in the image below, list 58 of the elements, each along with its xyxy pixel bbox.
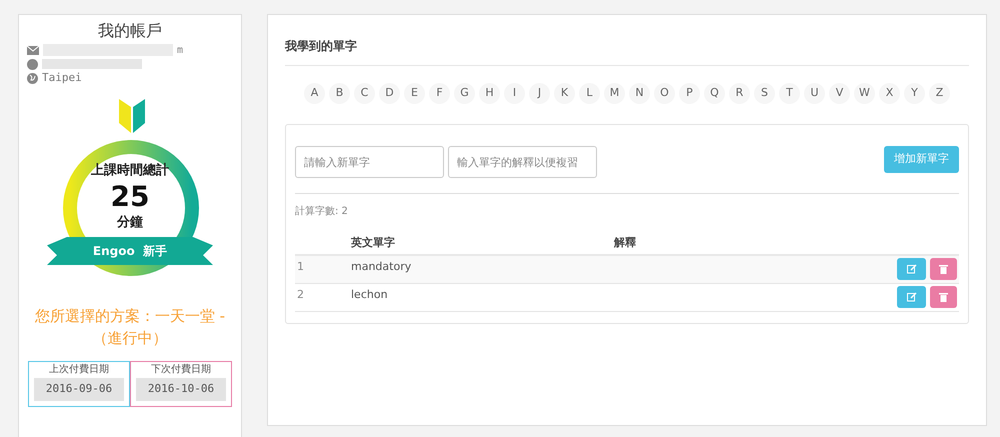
- letter-filter[interactable]: Q: [704, 83, 725, 104]
- letter-filter[interactable]: O: [654, 83, 675, 104]
- word-cell-text: mandatory: [351, 258, 412, 274]
- new-word-field[interactable]: 請輸入新單字: [295, 146, 444, 178]
- letter-filter[interactable]: S: [754, 83, 775, 104]
- edit-button[interactable]: [897, 258, 926, 280]
- letter-filter[interactable]: G: [454, 83, 475, 104]
- edit-icon: [906, 292, 916, 302]
- minutes-unit: 分鐘: [117, 214, 143, 232]
- city-text: Taipei: [42, 70, 82, 86]
- letter-filter[interactable]: T: [779, 83, 800, 104]
- letter-filter[interactable]: Y: [904, 83, 925, 104]
- envelope-icon: [27, 46, 39, 54]
- rank-label: Engoo 新手: [92, 243, 168, 260]
- letter-filter[interactable]: Z: [929, 83, 950, 104]
- row-number: 1: [296, 258, 305, 274]
- letter-filter[interactable]: N: [629, 83, 650, 104]
- letter-filter[interactable]: F: [429, 83, 450, 104]
- payment-date-value: 2016-09-06: [34, 378, 124, 400]
- word-count: 計算字數: 2: [295, 206, 348, 217]
- payment-date-label: 上次付費日期: [49, 362, 109, 377]
- row-number: 2: [296, 286, 305, 302]
- trash-icon: [939, 264, 948, 274]
- delete-button[interactable]: [930, 286, 957, 308]
- column-header: 解釋: [614, 235, 636, 251]
- email-text: m: [177, 44, 184, 58]
- letter-filter[interactable]: V: [829, 83, 850, 104]
- letter-filter[interactable]: K: [554, 83, 575, 104]
- plan-text: 您所選擇的方案：一天一堂 -（進行中）: [34, 306, 226, 349]
- letter-filter[interactable]: I: [504, 83, 525, 104]
- word-cell-text: lechon: [351, 286, 388, 302]
- letter-filter[interactable]: H: [479, 83, 500, 104]
- column-header: 英文單字: [351, 235, 396, 251]
- edit-button[interactable]: [897, 286, 926, 308]
- delete-button[interactable]: [930, 258, 957, 280]
- letter-filter[interactable]: D: [379, 83, 400, 104]
- account-title: 我的帳戶: [97, 20, 163, 42]
- total-time-label: 上課時間總計: [91, 162, 169, 180]
- beginner-leaf-icon: [117, 97, 147, 135]
- letter-filter[interactable]: R: [729, 83, 750, 104]
- letter-filter[interactable]: X: [879, 83, 900, 104]
- payment-date-value: 2016-10-06: [136, 378, 226, 400]
- letter-filter[interactable]: U: [804, 83, 825, 104]
- payment-date-label: 下次付費日期: [151, 362, 211, 377]
- meaning-field[interactable]: 輸入單字的解釋以便複習: [448, 146, 597, 178]
- letter-filter[interactable]: A: [304, 83, 325, 104]
- vocabulary-title: 我學到的單字: [285, 37, 969, 66]
- trash-icon: [939, 292, 948, 302]
- edit-icon: [906, 264, 916, 274]
- letter-filter[interactable]: E: [404, 83, 425, 104]
- letter-filter[interactable]: M: [604, 83, 625, 104]
- letter-filter[interactable]: C: [354, 83, 375, 104]
- letter-filter[interactable]: B: [329, 83, 350, 104]
- minutes-value: 25: [110, 180, 150, 212]
- letter-filter[interactable]: L: [579, 83, 600, 104]
- letter-filter[interactable]: W: [854, 83, 875, 104]
- letter-filter[interactable]: J: [529, 83, 550, 104]
- letter-filter[interactable]: P: [679, 83, 700, 104]
